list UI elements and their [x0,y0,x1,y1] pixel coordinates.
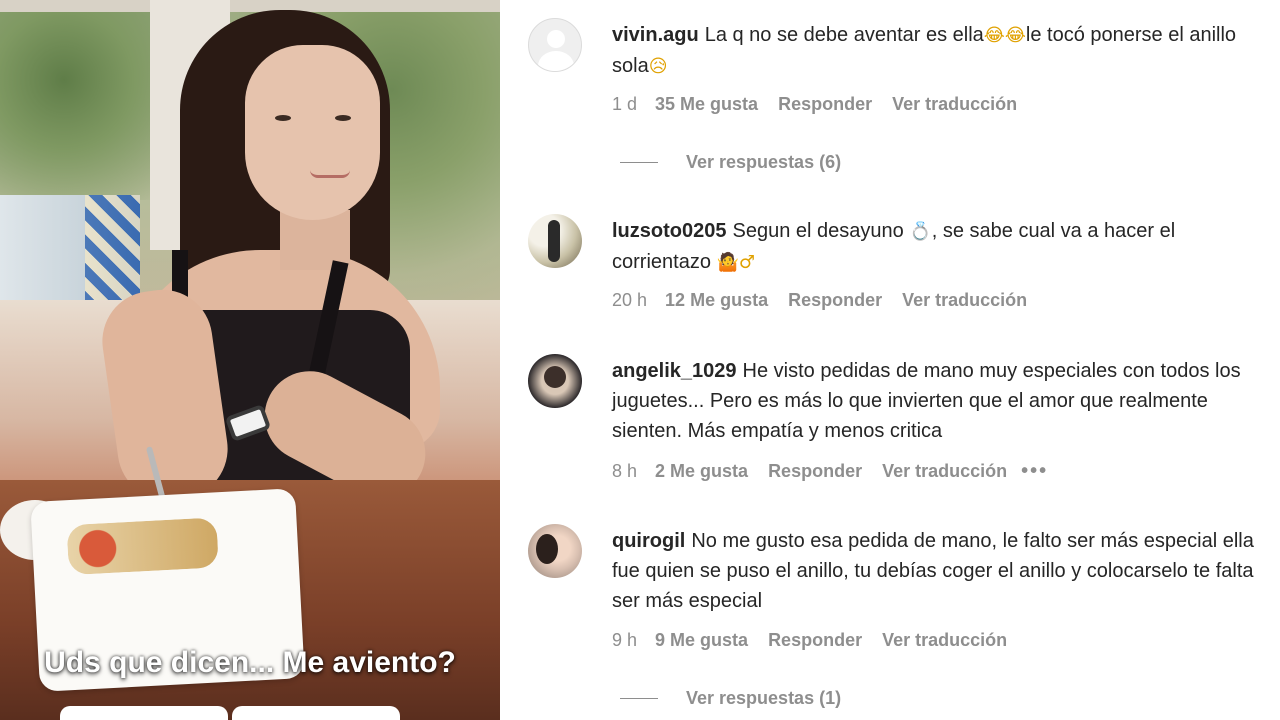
comment-time[interactable]: 20 h [612,290,647,311]
comments-panel: vivin.agu La q no se debe aventar es ella… [500,0,1280,720]
comment-body: La q no se debe aventar es ella [704,24,984,46]
avatar[interactable] [528,524,582,578]
translate-button[interactable]: Ver traducción [902,290,1027,311]
comment-text: vivin.agu La q no se debe aventar es ella… [612,20,1262,82]
translate-button[interactable]: Ver traducción [892,94,1017,115]
comment-time[interactable]: 8 h [612,461,637,482]
comment-username[interactable]: luzsoto0205 [612,220,726,242]
avatar[interactable] [528,214,582,268]
face [245,45,380,220]
food [66,517,219,576]
shrug-emoji-icon: 🤷 [716,252,739,273]
story-button-right[interactable] [232,706,400,720]
comment-meta: 8 h 2 Me gusta Responder Ver traducción … [612,460,1048,483]
reply-button[interactable]: Responder [768,630,862,651]
comment-username[interactable]: angelik_1029 [612,360,737,382]
comment-text: quirogil No me gusto esa pedida de mano, … [612,526,1262,616]
laughing-emoji-icon: 😂 [983,25,1005,46]
comment-text: angelik_1029 He visto pedidas de mano muy… [612,356,1262,446]
view-replies-label[interactable]: Ver respuestas (1) [686,688,841,709]
translate-button[interactable]: Ver traducción [882,630,1007,651]
story-button-left[interactable] [60,706,228,720]
comment-likes[interactable]: 35 Me gusta [655,94,758,115]
comment-username[interactable]: quirogil [612,530,685,552]
comment-likes[interactable]: 2 Me gusta [655,461,748,482]
replies-line [620,698,658,699]
view-replies-label[interactable]: Ver respuestas (6) [686,152,841,173]
view-replies-button[interactable]: Ver respuestas (6) [620,152,841,173]
replies-line [620,162,658,163]
male-sign-emoji-icon: ♂ [738,252,756,273]
eye-right [335,115,351,121]
reply-button[interactable]: Responder [788,290,882,311]
comment-meta: 20 h 12 Me gusta Responder Ver traducció… [612,290,1027,311]
smile [310,170,350,178]
story-image: Uds que dicen... Me aviento? [0,0,500,720]
comment-time[interactable]: 9 h [612,630,637,651]
comment-likes[interactable]: 9 Me gusta [655,630,748,651]
ring-emoji-icon: 💍 [909,221,932,242]
comment-likes[interactable]: 12 Me gusta [665,290,768,311]
laughing-emoji-icon: 😂 [1004,25,1026,46]
ellipsis-icon[interactable]: ••• [1021,460,1048,483]
comment-meta: 9 h 9 Me gusta Responder Ver traducción [612,630,1007,651]
sad-emoji-icon: 😥 [648,56,668,77]
translate-button[interactable]: Ver traducción [882,461,1007,482]
story-caption: Uds que dicen... Me aviento? [44,646,456,679]
reply-button[interactable]: Responder [778,94,872,115]
comment-body: Segun el desayuno [732,220,904,242]
user-silhouette-icon[interactable] [528,18,582,72]
comment-body: No me gusto esa pedida de mano, le falto… [612,530,1254,612]
comment-username[interactable]: vivin.agu [612,24,699,46]
view-replies-button[interactable]: Ver respuestas (1) [620,688,841,709]
comment-meta: 1 d 35 Me gusta Responder Ver traducción [612,94,1017,115]
avatar[interactable] [528,354,582,408]
comment-time[interactable]: 1 d [612,94,637,115]
comment-text: luzsoto0205 Segun el desayuno 💍, se sabe … [612,216,1262,278]
reply-button[interactable]: Responder [768,461,862,482]
eye-left [275,115,291,121]
